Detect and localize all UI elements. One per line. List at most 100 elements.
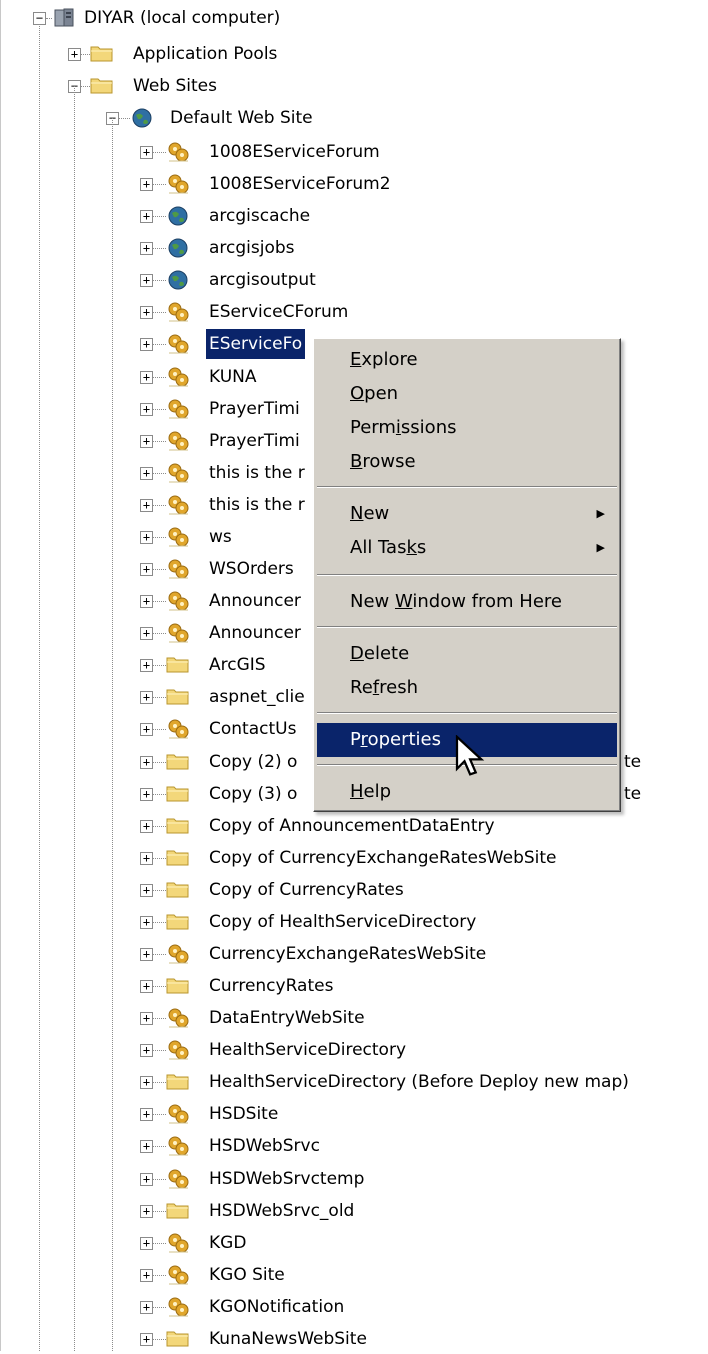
tree-node-web-sites[interactable]: Web Sites xyxy=(130,71,220,101)
expand-plus-icon[interactable]: + xyxy=(68,48,81,61)
gear-icon xyxy=(166,1135,190,1157)
tree-node-site[interactable]: KGD xyxy=(206,1228,249,1258)
expand-plus-icon[interactable]: + xyxy=(140,1172,153,1186)
expand-plus-icon[interactable]: + xyxy=(140,210,153,224)
tree-node-application-pools[interactable]: Application Pools xyxy=(130,39,280,69)
tree-node-default-web-site[interactable]: Default Web Site xyxy=(167,103,316,133)
tree-node-root[interactable]: DIYAR (local computer) xyxy=(81,3,283,33)
expand-plus-icon[interactable]: + xyxy=(140,595,153,609)
tree-node-site[interactable]: Announcer xyxy=(206,618,304,648)
menu-item-refresh[interactable]: Refresh xyxy=(317,671,617,705)
expand-plus-icon[interactable]: + xyxy=(140,1204,153,1218)
expand-plus-icon[interactable]: + xyxy=(140,851,153,865)
tree-node-site[interactable]: Copy (2) o xyxy=(206,747,300,777)
tree-node-site[interactable]: EServiceFo xyxy=(206,329,306,360)
tree-node-site[interactable]: this is the r xyxy=(206,458,308,488)
expand-plus-icon[interactable]: + xyxy=(140,787,153,801)
expand-plus-icon[interactable]: + xyxy=(140,627,153,641)
expand-plus-icon[interactable]: + xyxy=(140,178,153,192)
tree-node-site[interactable]: ArcGIS xyxy=(206,650,269,680)
expand-plus-icon[interactable]: + xyxy=(140,563,153,577)
tree-node-site[interactable]: Copy (3) o xyxy=(206,779,300,809)
expand-plus-icon[interactable]: + xyxy=(140,306,153,320)
tree-node-site[interactable]: HSDWebSrvctemp xyxy=(206,1164,367,1194)
tree-node-site[interactable]: Announcer xyxy=(206,586,304,616)
tree-node-site[interactable]: Copy of CurrencyRates xyxy=(206,875,407,905)
expand-plus-icon[interactable]: + xyxy=(140,1236,153,1250)
folder-icon xyxy=(166,1071,190,1093)
expand-plus-icon[interactable]: + xyxy=(140,1140,153,1154)
expand-plus-icon[interactable]: + xyxy=(140,691,153,705)
tree-node-site[interactable]: KUNA xyxy=(206,362,259,392)
tree-node-site[interactable]: 1008EServiceForum2 xyxy=(206,169,394,199)
menu-item-new[interactable]: New ▶ xyxy=(317,497,617,531)
tree-connector xyxy=(74,86,75,1351)
expand-plus-icon[interactable]: + xyxy=(140,1332,153,1346)
expand-plus-icon[interactable]: + xyxy=(140,530,153,544)
expand-plus-icon[interactable]: + xyxy=(140,434,153,448)
menu-item-open[interactable]: Open xyxy=(317,377,617,411)
menu-item-help[interactable]: Help xyxy=(317,775,617,809)
expand-plus-icon[interactable]: + xyxy=(140,915,153,929)
tree-node-site[interactable]: arcgiscache xyxy=(206,201,313,231)
expand-plus-icon[interactable]: + xyxy=(140,1012,153,1026)
tree-node-site[interactable]: Copy of HealthServiceDirectory xyxy=(206,907,479,937)
expand-plus-icon[interactable]: + xyxy=(140,402,153,416)
expand-plus-icon[interactable]: + xyxy=(140,338,153,352)
expand-plus-icon[interactable]: + xyxy=(140,755,153,769)
tree-node-site[interactable]: arcgisoutput xyxy=(206,265,319,295)
gear-icon xyxy=(166,301,190,323)
tree-node-site[interactable]: ContactUs xyxy=(206,714,299,744)
menu-item-new-window-from-here[interactable]: New Window from Here xyxy=(317,585,617,619)
folder-icon xyxy=(166,783,190,805)
menu-item-browse[interactable]: Browse xyxy=(317,445,617,479)
tree-node-site[interactable]: HealthServiceDirectory xyxy=(206,1035,409,1065)
tree-node-site[interactable]: Copy of CurrencyExchangeRatesWebSite xyxy=(206,843,560,873)
expand-plus-icon[interactable]: + xyxy=(140,948,153,961)
gear-icon xyxy=(166,333,190,355)
tree-node-site[interactable]: HSDWebSrvc_old xyxy=(206,1196,357,1226)
expand-plus-icon[interactable]: + xyxy=(140,146,153,159)
tree-node-site[interactable]: HSDWebSrvc xyxy=(206,1131,323,1161)
tree-node-site[interactable]: CurrencyExchangeRatesWebSite xyxy=(206,939,489,969)
expand-plus-icon[interactable]: + xyxy=(140,723,153,737)
expand-plus-icon[interactable]: + xyxy=(140,370,153,384)
expand-plus-icon[interactable]: + xyxy=(140,883,153,897)
expand-plus-icon[interactable]: + xyxy=(140,980,153,994)
tree-node-site[interactable]: HSDSite xyxy=(206,1099,281,1129)
tree-node-site[interactable]: ws xyxy=(206,522,235,552)
expand-plus-icon[interactable]: + xyxy=(140,274,153,288)
menu-item-permissions[interactable]: Permissions xyxy=(317,411,617,445)
tree-node-site[interactable]: PrayerTimi xyxy=(206,394,303,424)
tree-node-site[interactable]: HealthServiceDirectory (Before Deploy ne… xyxy=(206,1067,632,1097)
tree-node-site[interactable]: CurrencyRates xyxy=(206,971,336,1001)
expand-plus-icon[interactable]: + xyxy=(140,1268,153,1282)
expand-plus-icon[interactable]: + xyxy=(140,498,153,512)
tree-node-site[interactable]: DataEntryWebSite xyxy=(206,1003,368,1033)
expand-plus-icon[interactable]: + xyxy=(140,659,153,673)
expand-plus-icon[interactable]: + xyxy=(140,242,153,256)
tree-node-site[interactable]: KGONotification xyxy=(206,1292,347,1322)
expand-plus-icon[interactable]: + xyxy=(140,466,153,480)
menu-item-explore[interactable]: Explore xyxy=(317,343,617,377)
tree-node-site[interactable]: PrayerTimi xyxy=(206,426,303,456)
tree-node-site[interactable]: Copy of AnnouncementDataEntry xyxy=(206,811,498,841)
tree-connector xyxy=(153,954,166,955)
submenu-arrow-icon: ▶ xyxy=(596,507,605,520)
expand-plus-icon[interactable]: + xyxy=(140,1300,153,1314)
expand-plus-icon[interactable]: + xyxy=(140,1044,153,1058)
gear-icon xyxy=(166,430,190,452)
tree-node-site[interactable]: arcgisjobs xyxy=(206,233,298,263)
menu-item-delete[interactable]: Delete xyxy=(317,637,617,671)
expand-plus-icon[interactable]: + xyxy=(140,1108,153,1122)
expand-plus-icon[interactable]: + xyxy=(140,1076,153,1090)
tree-node-site[interactable]: KGO Site xyxy=(206,1260,288,1290)
menu-item-all-tasks[interactable]: All Tasks ▶ xyxy=(317,531,617,565)
tree-node-site[interactable]: 1008EServiceForum xyxy=(206,137,383,167)
expand-plus-icon[interactable]: + xyxy=(140,819,153,833)
tree-node-site[interactable]: aspnet_clie xyxy=(206,682,308,712)
tree-node-site[interactable]: KunaNewsWebSite xyxy=(206,1324,370,1354)
tree-node-site[interactable]: WSOrders xyxy=(206,554,297,584)
tree-node-site[interactable]: EServiceCForum xyxy=(206,297,351,327)
tree-node-site[interactable]: this is the r xyxy=(206,490,308,520)
